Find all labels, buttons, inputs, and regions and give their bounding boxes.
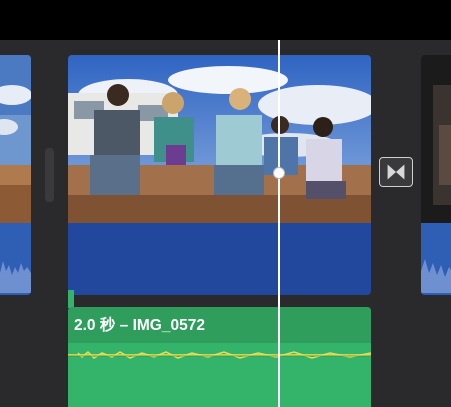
- clip-trim-handle[interactable]: [45, 148, 54, 202]
- cross-dissolve-icon[interactable]: [379, 157, 413, 187]
- next-clip-audio: [421, 223, 451, 295]
- next-clip-thumbnail: [421, 55, 451, 223]
- main-video-clip[interactable]: [68, 55, 371, 295]
- audio-waveform: [68, 350, 371, 359]
- previous-clip-audio: [0, 223, 31, 295]
- audio-clip-label: 2.0 秒 – IMG_0572: [74, 317, 205, 334]
- audio-clip[interactable]: 2.0 秒 – IMG_0572: [68, 307, 371, 407]
- previous-video-clip[interactable]: [0, 55, 31, 295]
- timeline[interactable]: 2.0 秒 – IMG_0572: [0, 0, 451, 407]
- playhead-knob[interactable]: [273, 167, 285, 179]
- previous-clip-thumbnail: [0, 55, 31, 223]
- main-clip-audio: [68, 223, 371, 295]
- audio-clip-connector: [68, 290, 74, 308]
- main-clip-thumbnail: [68, 55, 371, 223]
- playhead[interactable]: [278, 40, 280, 407]
- next-video-clip[interactable]: [421, 55, 451, 295]
